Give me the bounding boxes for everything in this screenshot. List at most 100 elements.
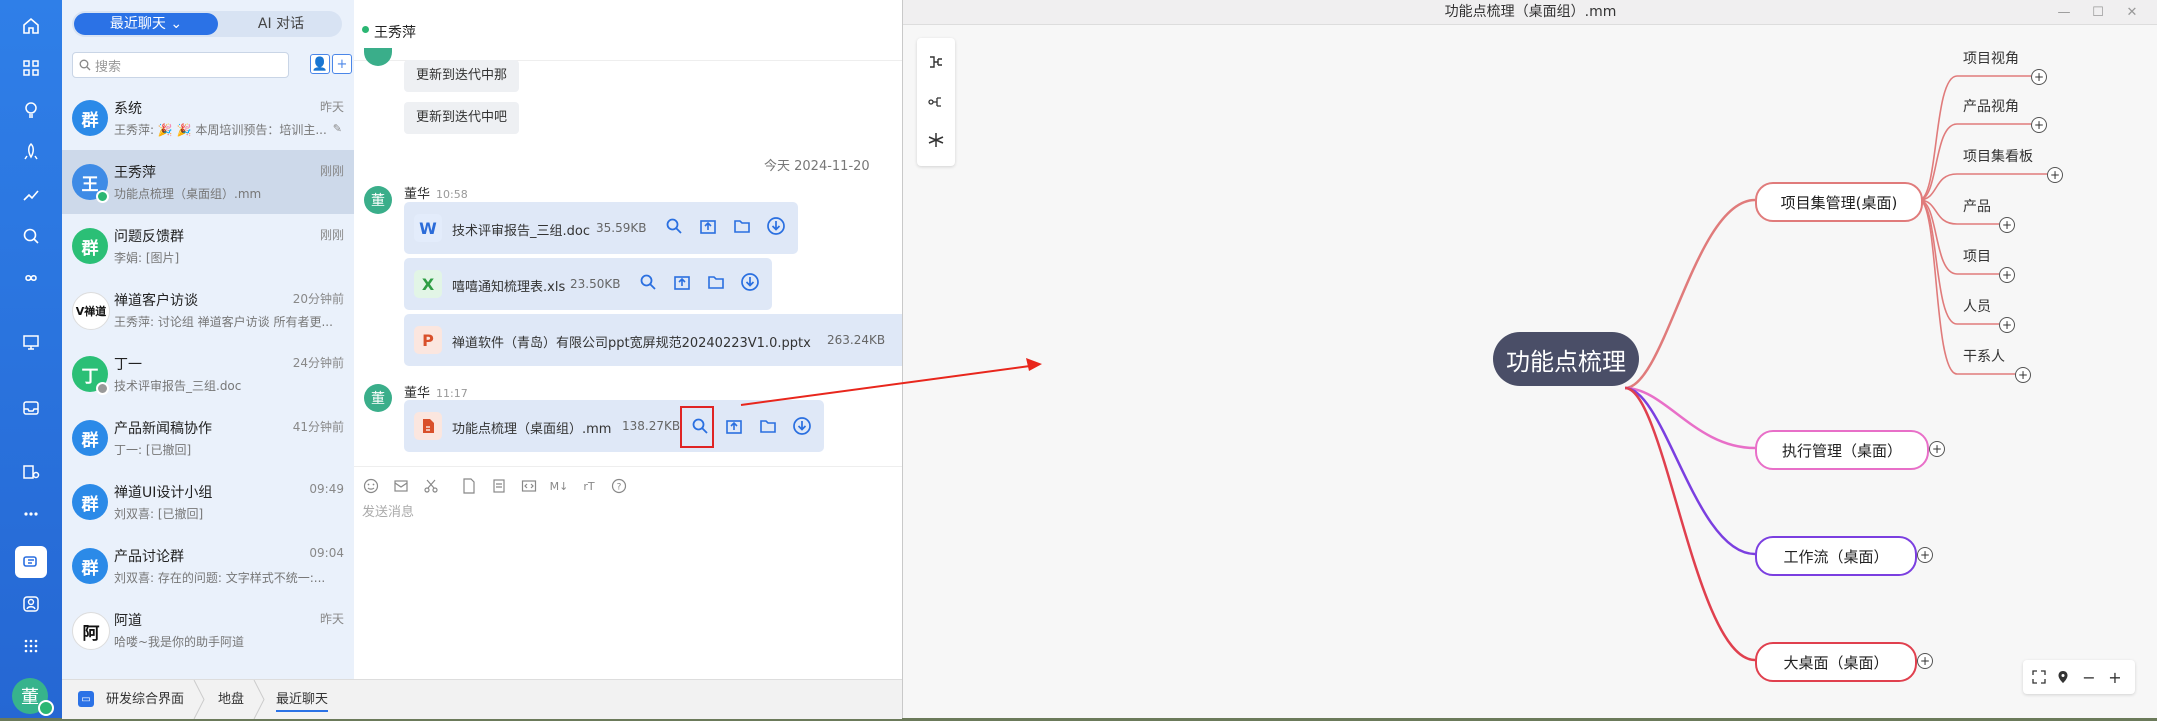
add-chat-button[interactable]: + xyxy=(332,54,352,74)
conversation-name: 问题反馈群 xyxy=(114,229,184,245)
mindmap-leaf-node[interactable]: 产品 xyxy=(1963,196,1991,216)
download-button[interactable] xyxy=(764,216,788,240)
scissors-icon[interactable] xyxy=(422,477,440,495)
mindmap-branch-node[interactable]: 大桌面（桌面） xyxy=(1755,642,1917,682)
message-composer: M↓ rT ? 发送消息 xyxy=(354,466,902,680)
code-icon[interactable] xyxy=(520,477,538,495)
image-icon[interactable] xyxy=(392,477,410,495)
message-input[interactable]: 发送消息 xyxy=(362,501,414,520)
mindmap-leaf-node[interactable]: 项目 xyxy=(1963,246,1991,266)
emoji-icon[interactable] xyxy=(362,477,380,495)
root-node-label: 功能点梳理 xyxy=(1506,347,1626,376)
conversation-preview: 技术评审报告_三组.doc xyxy=(114,379,242,393)
crumb-recent-chats[interactable]: 最近聊天 xyxy=(276,680,329,712)
flow-icon[interactable] xyxy=(15,178,47,210)
share-icon xyxy=(726,420,742,434)
expand-node-button[interactable]: + xyxy=(2047,167,2063,183)
contacts-icon[interactable] xyxy=(15,588,47,620)
conversation-item[interactable]: 群禅道UI设计小组 09:49 刘双喜: [已撤回] xyxy=(62,470,354,534)
file-message[interactable]: X 嘻嘻通知梳理表.xls 23.50KB xyxy=(404,258,772,310)
markdown-icon[interactable]: M↓ xyxy=(550,477,569,495)
document-icon[interactable] xyxy=(490,477,508,495)
expand-node-button[interactable]: + xyxy=(1999,217,2015,233)
text-format-icon[interactable]: rT xyxy=(580,477,598,495)
crumb-workspace[interactable]: 研发综合界面 xyxy=(106,680,184,719)
message-time: 11:17 xyxy=(436,387,468,400)
expand-node-button[interactable]: + xyxy=(1917,653,1933,669)
expand-node-button[interactable]: + xyxy=(1929,441,1945,457)
fullscreen-icon[interactable] xyxy=(2029,667,2049,687)
conversation-item[interactable]: V禅道 禅道客户访谈 20分钟前 王秀萍: 讨论组 禅道客户访谈 所有者更... xyxy=(62,278,354,342)
forward-button[interactable] xyxy=(670,272,694,296)
tab-ai-chat[interactable]: AI 对话 xyxy=(222,11,340,37)
lightbulb-icon[interactable] xyxy=(15,94,47,126)
sender-avatar[interactable]: 董 xyxy=(364,186,392,214)
open-folder-button[interactable] xyxy=(730,216,754,240)
expand-node-button[interactable]: + xyxy=(2015,367,2031,383)
pin-icon[interactable]: ✎ xyxy=(333,122,342,135)
zoom-in-button[interactable]: + xyxy=(2105,667,2125,687)
preview-button[interactable] xyxy=(636,272,660,296)
mindmap-leaf-node[interactable]: 人员 xyxy=(1963,296,1991,316)
rocket-icon[interactable] xyxy=(15,136,47,168)
forward-button[interactable] xyxy=(722,414,746,438)
chat-icon[interactable] xyxy=(15,546,47,578)
file-message[interactable]: 功能点梳理（桌面组）.mm 138.27KB xyxy=(404,400,824,452)
infinity-icon[interactable] xyxy=(15,262,47,294)
mindmap-leaf-node[interactable]: 干系人 xyxy=(1963,346,2005,366)
open-folder-button[interactable] xyxy=(756,414,780,438)
help-icon[interactable]: ? xyxy=(610,477,628,495)
sender-avatar[interactable]: 董 xyxy=(364,384,392,412)
mindmap-branch-node[interactable]: 执行管理（桌面） xyxy=(1755,430,1929,470)
mindmap-leaf-node[interactable]: 项目集看板 xyxy=(1963,146,2033,166)
conversation-item[interactable]: 阿阿道 昨天 哈喽~我是你的助手阿道 xyxy=(62,598,354,662)
zoom-out-button[interactable]: − xyxy=(2079,667,2099,687)
crumb-my-space[interactable]: 地盘 xyxy=(218,680,244,719)
conversation-item[interactable]: 群产品讨论群 09:04 刘双喜: 存在的问题: 文字样式不统一:... xyxy=(62,534,354,598)
monitor-icon[interactable] xyxy=(15,326,47,358)
mindmap-leaf-node[interactable]: 产品视角 xyxy=(1963,96,2019,116)
expand-node-button[interactable]: + xyxy=(1999,267,2015,283)
expand-node-button[interactable]: + xyxy=(2031,117,2047,133)
folder-icon xyxy=(707,273,725,295)
file-message[interactable]: W 技术评审报告_三组.doc 35.59KB xyxy=(404,202,798,254)
contact-card-button[interactable]: 👤 xyxy=(310,54,330,74)
home-icon[interactable] xyxy=(15,10,47,42)
download-button[interactable] xyxy=(790,414,814,438)
expand-node-button[interactable]: + xyxy=(2031,69,2047,85)
preview-button[interactable] xyxy=(662,216,686,240)
inbox-icon[interactable] xyxy=(15,392,47,424)
devices-icon[interactable] xyxy=(15,456,47,488)
conversation-preview: 丁一: [已撤回] xyxy=(114,443,192,457)
conversation-avatar-text: 群 xyxy=(81,110,99,131)
search-icon[interactable] xyxy=(15,220,47,252)
expand-node-button[interactable]: + xyxy=(1917,547,1933,563)
more-icon[interactable] xyxy=(15,498,47,530)
mindmap-leaf-node[interactable]: 项目视角 xyxy=(1963,48,2019,68)
file-type-letter: P xyxy=(422,330,434,350)
expand-node-button[interactable]: + xyxy=(1999,317,2015,333)
conversation-item[interactable]: 丁丁一 24分钟前 技术评审报告_三组.doc xyxy=(62,342,354,406)
mindmap-branch-node[interactable]: 项目集管理(桌面) xyxy=(1755,182,1923,222)
open-folder-button[interactable] xyxy=(704,272,728,296)
conversation-preview: 王秀萍: 🎉 🎉 本周培训预告：培训主... xyxy=(114,123,327,137)
conversation-item[interactable]: 群产品新闻稿协作 41分钟前 丁一: [已撤回] xyxy=(62,406,354,470)
file-message[interactable]: P 禅道软件（青岛）有限公司ppt宽屏规范20240223V1.0.pptx 263… xyxy=(404,314,924,366)
search-icon xyxy=(665,217,683,239)
conversation-time: 09:04 xyxy=(309,546,344,560)
conversation-avatar: 群 xyxy=(72,484,108,520)
mindmap-branch-node[interactable]: 工作流（桌面） xyxy=(1755,536,1917,576)
conversation-time: 刚刚 xyxy=(319,228,344,242)
search-input[interactable]: 搜索 xyxy=(72,52,289,78)
tab-recent-chats[interactable]: 最近聊天 ⌄ xyxy=(74,13,218,35)
forward-button[interactable] xyxy=(696,216,720,240)
download-button[interactable] xyxy=(738,272,762,296)
conversation-item[interactable]: 群系统 昨天 王秀萍: 🎉 🎉 本周培训预告：培训主... ✎ xyxy=(62,86,354,150)
file-icon[interactable] xyxy=(460,477,478,495)
conversation-item[interactable]: 群问题反馈群 刚刚 李娟: [图片] xyxy=(62,214,354,278)
mindmap-root-node[interactable]: 功能点梳理 xyxy=(1493,332,1639,386)
conversation-item[interactable]: 王王秀萍 刚刚 功能点梳理（桌面组）.mm xyxy=(62,150,354,214)
app-grid-dots-icon[interactable] xyxy=(15,630,47,662)
apps-grid-icon[interactable] xyxy=(15,52,47,84)
locate-icon[interactable] xyxy=(2053,667,2073,687)
